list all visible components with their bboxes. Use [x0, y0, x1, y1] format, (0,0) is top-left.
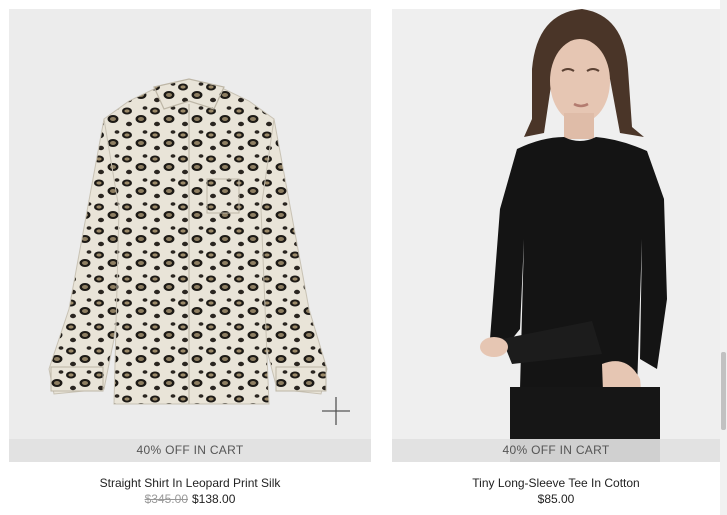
product-image[interactable]: 40% OFF IN CART — [392, 9, 720, 462]
model-black-tee-image — [480, 9, 667, 462]
product-image[interactable]: 40% OFF IN CART — [9, 9, 371, 462]
sale-price: $138.00 — [192, 492, 236, 506]
scrollbar-thumb[interactable] — [721, 352, 726, 430]
vertical-scrollbar[interactable] — [720, 0, 727, 515]
product-card-long-sleeve-tee[interactable]: 40% OFF IN CART Tiny Long-Sleeve Tee In … — [392, 9, 720, 507]
add-to-bag-plus-icon[interactable] — [321, 396, 351, 426]
original-price: $345.00 — [144, 492, 188, 506]
product-name[interactable]: Straight Shirt In Leopard Print Silk — [9, 475, 371, 491]
promo-banner: 40% OFF IN CART — [392, 439, 720, 462]
product-name[interactable]: Tiny Long-Sleeve Tee In Cotton — [392, 475, 720, 491]
leopard-shirt-image — [48, 78, 328, 405]
product-price: $85.00 — [537, 492, 575, 506]
product-price: $345.00 $138.00 — [9, 491, 371, 507]
product-card-leopard-shirt[interactable]: 40% OFF IN CART Straight Shirt In Leopar… — [9, 9, 371, 507]
promo-banner: 40% OFF IN CART — [9, 439, 371, 462]
